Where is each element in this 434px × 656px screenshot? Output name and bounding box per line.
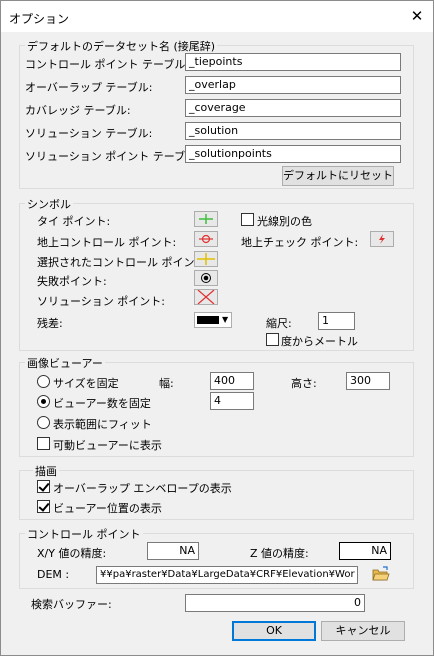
check-point-symbol-button[interactable] — [370, 231, 394, 247]
solution-field[interactable]: _solution — [185, 122, 401, 140]
coverage-label: カバレッジ テーブル: — [25, 104, 131, 117]
fixed-count-label: ビューアー数を固定 — [53, 397, 151, 410]
options-dialog: オプション ✕ デフォルトのデータセット名 (接尾辞) コントロール ポイント … — [0, 0, 434, 656]
image-viewer-heading: 画像ビューアー — [25, 355, 105, 371]
fixed-size-radio[interactable] — [37, 375, 50, 388]
search-buffer-field[interactable]: 0 — [185, 594, 365, 612]
show-viewer-pos-checkbox[interactable] — [37, 500, 50, 513]
reset-defaults-button[interactable]: デフォルトにリセット — [282, 166, 394, 186]
show-overlap-label: オーバーラップ エンベロープの表示 — [53, 482, 232, 495]
symbols-heading: シンボル — [25, 196, 73, 212]
z-precision-label: Z 値の精度: — [250, 547, 309, 560]
gcp-symbol-button[interactable] — [194, 231, 218, 247]
tie-point-symbol-button[interactable] — [194, 211, 218, 227]
dem-label: DEM : — [37, 568, 70, 581]
solutionpoints-label: ソリューション ポイント テーブル: — [25, 150, 200, 163]
show-overlap-checkbox[interactable] — [37, 480, 50, 493]
fit-extent-label: 表示範囲にフィット — [53, 418, 152, 431]
lightning-icon — [379, 234, 385, 244]
x-mark-icon — [197, 289, 215, 305]
show-movable-label: 可動ビューアーに表示 — [53, 439, 162, 452]
fixed-count-radio[interactable] — [37, 395, 50, 408]
plus-icon — [199, 214, 213, 224]
dataset-names-heading: デフォルトのデータセット名 (接尾辞) — [25, 38, 218, 54]
scale-label: 縮尺: — [266, 317, 292, 330]
color-by-ray-checkbox[interactable] — [241, 213, 254, 226]
plus-icon — [197, 253, 215, 265]
width-field[interactable]: 400 — [210, 372, 254, 390]
selected-gcp-symbol-button[interactable] — [194, 251, 218, 267]
solution-label: ソリューション テーブル: — [25, 127, 153, 140]
width-label: 幅: — [159, 377, 174, 390]
height-field[interactable]: 300 — [346, 372, 390, 390]
bullseye-icon — [201, 273, 211, 283]
fixed-size-label: サイズを固定 — [53, 377, 119, 390]
ok-button[interactable]: OK — [232, 621, 316, 641]
residual-color-swatch — [197, 316, 219, 324]
residual-color-dropdown[interactable]: ▼ — [194, 312, 232, 328]
cancel-button[interactable]: キャンセル — [321, 621, 405, 641]
drawing-heading: 描画 — [33, 463, 59, 479]
xy-precision-label: X/Y 値の精度: — [37, 547, 107, 560]
control-points-heading: コントロール ポイント — [25, 526, 143, 542]
tiepoints-label: コントロール ポイント テーブル: — [25, 58, 190, 71]
solution-point-symbol-button[interactable] — [194, 289, 218, 305]
residual-label: 残差: — [37, 317, 63, 330]
title-bar: オプション ✕ — [1, 1, 433, 32]
failed-point-label: 失敗ポイント: — [37, 275, 107, 288]
fit-extent-radio[interactable] — [37, 416, 50, 429]
chevron-down-icon: ▼ — [222, 315, 229, 324]
degree-to-meter-label: 度からメートル — [281, 335, 358, 348]
folder-open-icon[interactable] — [372, 566, 390, 582]
degree-to-meter-checkbox[interactable] — [266, 333, 279, 346]
dem-path-field[interactable]: ¥¥pa¥raster¥Data¥LargeData¥CRF¥Elevation… — [96, 566, 358, 584]
tie-point-label: タイ ポイント: — [37, 215, 111, 228]
coverage-field[interactable]: _coverage — [185, 99, 401, 117]
scale-field[interactable]: 1 — [318, 312, 355, 330]
gcp-label: 地上コントロール ポイント: — [37, 236, 177, 249]
check-point-label: 地上チェック ポイント: — [241, 236, 359, 249]
close-icon[interactable]: ✕ — [405, 5, 429, 27]
overlap-label: オーバーラップ テーブル: — [25, 81, 153, 94]
show-viewer-pos-label: ビューアー位置の表示 — [53, 502, 162, 515]
search-buffer-label: 検索バッファー: — [31, 598, 112, 611]
overlap-field[interactable]: _overlap — [185, 76, 401, 94]
viewer-count-field[interactable]: 4 — [210, 392, 254, 410]
xy-precision-field[interactable]: NA — [147, 542, 199, 560]
color-by-ray-label: 光線別の色 — [257, 215, 312, 228]
z-precision-field[interactable]: NA — [339, 542, 391, 560]
selected-gcp-label: 選択されたコントロール ポイント: — [37, 256, 210, 269]
solution-point-label: ソリューション ポイント: — [37, 295, 165, 308]
height-label: 高さ: — [291, 377, 317, 390]
solutionpoints-field[interactable]: _solutionpoints — [185, 145, 401, 163]
tiepoints-field[interactable]: _tiepoints — [185, 53, 401, 71]
show-movable-checkbox[interactable] — [37, 437, 50, 450]
failed-point-symbol-button[interactable] — [194, 270, 218, 286]
target-icon — [199, 234, 213, 244]
window-title: オプション — [9, 12, 70, 26]
